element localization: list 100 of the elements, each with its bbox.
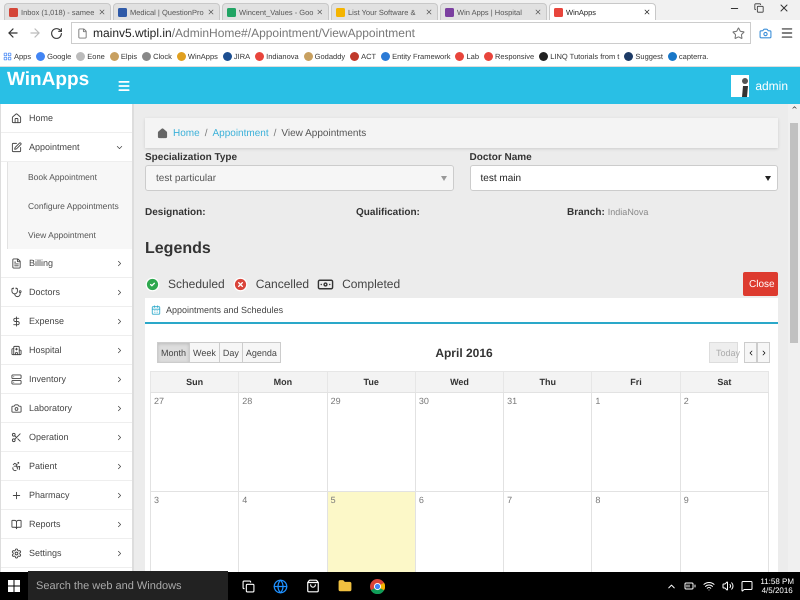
notification-icon[interactable] xyxy=(741,580,754,592)
site-icon xyxy=(176,52,186,60)
hospital-icon xyxy=(11,344,22,356)
view-button[interactable]: Week xyxy=(189,342,220,363)
sidebar-subitem[interactable]: View Appointment xyxy=(7,220,132,249)
info-label: Qualification: xyxy=(356,207,420,218)
day-cell[interactable]: 2 xyxy=(680,392,769,492)
field-label: Doctor Name xyxy=(470,152,533,163)
breadcrumb-current: View Appointments xyxy=(281,128,366,138)
sidebar-item[interactable]: Inventory xyxy=(1,365,132,394)
sidebar-item[interactable]: Pharmacy xyxy=(1,481,132,510)
battery-icon[interactable] xyxy=(684,580,696,592)
site-icon xyxy=(381,52,390,60)
sidebar-item[interactable]: Home xyxy=(1,104,132,133)
x-circle-icon xyxy=(232,276,248,292)
site-icon xyxy=(118,8,127,16)
sidebar-item[interactable]: Hospital xyxy=(1,336,132,365)
sidebar-subitem[interactable]: Book Appointment xyxy=(7,162,132,191)
sidebar-item[interactable]: Settings xyxy=(1,539,132,568)
url-host: mainv5.wtipl.in xyxy=(93,26,172,40)
info-label: Designation: xyxy=(145,207,206,218)
site-icon xyxy=(227,8,236,16)
dollar-icon xyxy=(11,316,22,326)
site-icon xyxy=(9,8,18,16)
sidebar-item[interactable]: Reports xyxy=(1,510,132,539)
breadcrumb-separator: / xyxy=(274,128,276,138)
wheelchair-icon xyxy=(11,460,22,472)
scroll-up-icon[interactable] xyxy=(790,104,798,111)
house-icon xyxy=(11,112,22,124)
page-icon xyxy=(77,28,88,38)
sidebar-item[interactable]: Operation xyxy=(1,423,132,452)
close-icon[interactable] xyxy=(643,8,651,16)
site-icon xyxy=(222,52,232,60)
weekday-header: Tue xyxy=(326,371,416,393)
store-icon[interactable] xyxy=(306,579,320,593)
task-view-icon[interactable] xyxy=(242,580,255,592)
camera-icon xyxy=(11,402,22,414)
clock-date: 4/5/2016 xyxy=(762,586,793,595)
reload-icon[interactable] xyxy=(50,26,63,40)
legend-label: Cancelled xyxy=(256,277,310,291)
pen-square-icon xyxy=(11,142,22,152)
next-button[interactable] xyxy=(757,342,770,363)
prev-button[interactable] xyxy=(744,342,757,363)
browser-icon[interactable] xyxy=(273,578,288,594)
avatar-icon xyxy=(731,74,750,96)
book-icon xyxy=(11,518,22,530)
document-icon xyxy=(11,258,22,268)
house-icon xyxy=(157,128,168,138)
caret-icon xyxy=(440,176,446,180)
sidebar-item[interactable]: Billing xyxy=(1,249,132,278)
taskbar-search[interactable]: Search the web and Windows xyxy=(28,571,228,600)
camera-icon[interactable] xyxy=(759,26,772,40)
back-icon[interactable] xyxy=(6,26,20,40)
breadcrumb-separator: / xyxy=(204,128,208,138)
plus-icon xyxy=(11,490,22,500)
calendar-icon xyxy=(151,305,161,315)
info-value: IndiaNova xyxy=(608,207,648,217)
sidebar-item[interactable]: Expense xyxy=(1,307,132,336)
volume-icon[interactable] xyxy=(722,580,734,592)
chrome-icon[interactable] xyxy=(370,578,385,594)
site-icon xyxy=(539,52,548,60)
weekday-header: Fri xyxy=(591,371,681,393)
site-icon xyxy=(624,52,634,60)
server-icon xyxy=(11,374,22,384)
weekday-header: Sun xyxy=(150,371,240,393)
view-button[interactable]: Agenda xyxy=(242,342,281,363)
app-logo: WinApps xyxy=(6,68,90,91)
select-field[interactable]: test main xyxy=(470,165,778,191)
folder-icon[interactable] xyxy=(338,579,352,593)
restore-icon[interactable] xyxy=(754,3,764,13)
site-icon xyxy=(110,52,119,60)
weekday-header: Thu xyxy=(503,371,592,393)
close-icon[interactable] xyxy=(778,2,790,14)
close-button[interactable]: Close xyxy=(743,272,778,296)
url-path: /AdminHome#/Appointment/ViewAppointment xyxy=(172,26,415,40)
sidebar-item[interactable]: Patient xyxy=(1,452,132,481)
field-label: Specialization Type xyxy=(145,152,238,163)
star-icon[interactable] xyxy=(732,26,745,40)
legend-label: Scheduled xyxy=(168,277,225,291)
section-title: Legends xyxy=(145,240,212,258)
windows-logo-icon[interactable] xyxy=(8,580,20,592)
site-icon xyxy=(668,52,677,60)
site-icon xyxy=(255,52,264,60)
site-icon xyxy=(484,52,493,60)
caret-icon xyxy=(765,176,771,180)
panel-title: Appointments and Schedules xyxy=(166,305,284,315)
menu-icon[interactable] xyxy=(780,26,794,40)
sidebar-subitem[interactable]: Configure Appointments xyxy=(7,191,132,220)
site-icon xyxy=(445,8,454,16)
day-cell[interactable]: 5 xyxy=(326,491,416,572)
legend-label: Completed xyxy=(342,277,400,291)
view-button[interactable]: Month xyxy=(157,342,190,363)
scrollbar-thumb[interactable] xyxy=(790,123,798,343)
address-bar[interactable]: mainv5.wtipl.in/AdminHome#/Appointment/ViewAppointment xyxy=(71,22,751,44)
info-label: Branch: xyxy=(567,207,605,218)
sidebar-item[interactable]: Doctors xyxy=(1,278,132,307)
view-button[interactable]: Day xyxy=(218,342,243,363)
check-circle-icon xyxy=(145,276,160,292)
day-cell[interactable]: 27 xyxy=(150,392,240,492)
sidebar-item[interactable]: Laboratory xyxy=(1,394,132,423)
